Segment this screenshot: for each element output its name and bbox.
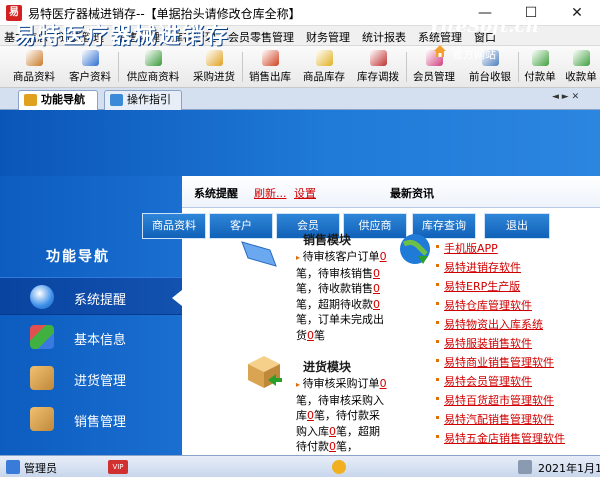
tab-operation-guide[interactable]: 操作指引: [104, 90, 182, 110]
module-text-fragment: 待审核采购订单: [302, 377, 380, 390]
nav-item-sales[interactable]: 销售管理: [0, 400, 182, 438]
count-link[interactable]: 0: [329, 440, 336, 453]
stock-icon: [315, 50, 333, 66]
count-link[interactable]: 0: [307, 329, 314, 342]
news-heading: 最新资讯: [390, 187, 434, 200]
module-text-fragment: 笔，超期待收款: [296, 297, 373, 311]
module-text-fragment: 待审核客户订单: [302, 250, 380, 263]
news-item[interactable]: 易特仓库管理软件: [436, 297, 532, 313]
sales-out-icon: [261, 50, 279, 66]
home-icon: [434, 45, 446, 57]
module-text-fragment: 笔，待审核销售: [296, 266, 373, 280]
news-item[interactable]: 易特进销存软件: [436, 259, 521, 275]
menu-reports[interactable]: 统计报表: [362, 29, 406, 45]
news-item[interactable]: 易特物资出入库系统: [436, 316, 543, 332]
current-user: 管理员: [24, 462, 57, 475]
toolbar-product-info-button[interactable]: 商品资料: [8, 48, 60, 86]
news-item[interactable]: 易特服装销售软件: [436, 335, 532, 351]
quick-exit-button[interactable]: 退出: [484, 213, 550, 239]
toolbar-transfer-button[interactable]: 库存调拨: [352, 48, 404, 86]
guide-tab-icon: [110, 94, 123, 106]
module-text-fragment: 笔，: [336, 440, 358, 453]
status-bar: 管理员 VIP 2021年1月18: [0, 455, 600, 477]
status-date: 2021年1月18: [538, 462, 600, 475]
toolbar: 商品资料 客户资料 供应商资料 采购进货 销售出库 商品库存 库存调拨 会员管理…: [0, 46, 600, 88]
menu-finance[interactable]: 财务管理: [306, 29, 350, 45]
payment-icon: [531, 50, 549, 66]
supplier-icon: [144, 50, 162, 66]
home-tab-icon: [24, 94, 37, 106]
cubes-icon: [30, 325, 54, 349]
news-item[interactable]: 易特百货超市管理软件: [436, 392, 554, 408]
refresh-link[interactable]: 刷新...: [254, 185, 287, 201]
news-item[interactable]: 易特汽配销售管理软件: [436, 411, 554, 427]
box-in-icon: [30, 366, 54, 390]
official-site-link[interactable]: 官方网站: [452, 46, 496, 62]
sales-module-icon: [241, 241, 277, 267]
tab-strip: 功能导航 操作指引 ◄ ► ✕: [0, 88, 600, 110]
nav-item-system-alert[interactable]: 系统提醒: [0, 277, 182, 315]
news-item[interactable]: 手机版APP: [436, 240, 498, 256]
count-link[interactable]: 0: [380, 250, 387, 263]
system-alert-heading: 系统提醒: [194, 187, 238, 200]
customer-icon: [81, 50, 99, 66]
news-item[interactable]: 易特会员管理软件: [436, 373, 532, 389]
module-text-fragment: 笔: [314, 328, 325, 342]
user-icon: [6, 460, 20, 474]
tab-scroll-arrows[interactable]: ◄ ► ✕: [552, 92, 579, 102]
support-icon[interactable]: [332, 460, 346, 474]
keyboard-icon: [518, 460, 532, 474]
toolbar-separator: [118, 52, 119, 82]
count-link[interactable]: 0: [373, 298, 380, 311]
toolbar-sales-out-button[interactable]: 销售出库: [244, 48, 296, 86]
quick-product-button[interactable]: 商品资料: [142, 213, 206, 239]
purchase-module-text: ▸ 待审核采购订单0笔，待审核采购入库0笔，待付款采购入库0笔，超期待付款0笔，: [296, 376, 388, 455]
brand-logo: YiteSoft.cn: [428, 16, 539, 37]
content-header: 系统提醒 刷新... 设置 最新资讯: [182, 176, 600, 208]
news-item[interactable]: 易特商业销售管理软件: [436, 354, 554, 370]
toolbar-separator: [518, 52, 519, 82]
product-icon: [25, 50, 43, 66]
sales-module-title: 销售模块: [303, 233, 352, 247]
purchase-icon: [205, 50, 223, 66]
toolbar-separator: [406, 52, 407, 82]
toolbar-stock-button[interactable]: 商品库存: [298, 48, 350, 86]
close-button[interactable]: ✕: [554, 0, 600, 26]
count-link[interactable]: 0: [373, 267, 380, 280]
banner-title: 易特医疗器械进销存: [14, 24, 231, 49]
news-item[interactable]: 易特ERP生产版: [435, 278, 520, 294]
toolbar-receipt-button[interactable]: 收款单: [562, 48, 600, 86]
count-link[interactable]: 0: [307, 409, 314, 422]
menu-member-retail[interactable]: 会员零售管理: [228, 29, 294, 45]
module-text-fragment: 笔，待收款销售: [296, 282, 373, 295]
count-link[interactable]: 0: [380, 377, 387, 390]
count-link[interactable]: 0: [373, 282, 380, 295]
nav-title: 功能导航: [46, 249, 110, 265]
toolbar-customer-info-button[interactable]: 客户资料: [64, 48, 116, 86]
banner: [0, 110, 600, 176]
nav-item-purchase[interactable]: 进货管理: [0, 359, 182, 397]
toolbar-purchase-button[interactable]: 采购进货: [188, 48, 240, 86]
nav-item-basic-info[interactable]: 基本信息: [0, 318, 182, 356]
transfer-icon: [369, 50, 387, 66]
purchase-module-icon: [248, 356, 282, 388]
news-item[interactable]: 易特五金店销售管理软件: [436, 430, 565, 446]
active-indicator: [172, 290, 182, 306]
info-icon: [30, 285, 54, 309]
box-out-icon: [30, 407, 54, 431]
count-link[interactable]: 0: [329, 425, 336, 438]
vip-badge: VIP: [108, 460, 128, 474]
toolbar-supplier-info-button[interactable]: 供应商资料: [122, 48, 184, 86]
tab-function-nav[interactable]: 功能导航: [18, 90, 98, 110]
globe-icon: [400, 234, 430, 264]
toolbar-separator: [242, 52, 243, 82]
quick-customer-button[interactable]: 客户: [209, 213, 273, 239]
purchase-module-title: 进货模块: [303, 360, 352, 374]
sales-module-text: ▸ 待审核客户订单0笔，待审核销售0笔，待收款销售0笔，超期待收款0笔，订单未完…: [296, 249, 388, 343]
settings-link[interactable]: 设置: [294, 185, 316, 201]
receipt-icon: [572, 50, 590, 66]
toolbar-payment-button[interactable]: 付款单: [520, 48, 560, 86]
